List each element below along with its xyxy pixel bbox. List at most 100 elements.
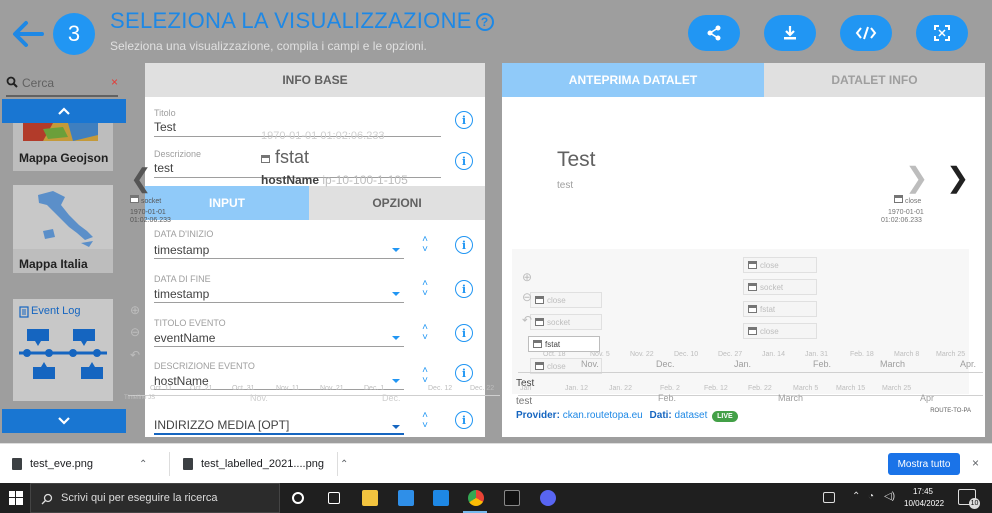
title-field[interactable]: Test (154, 120, 176, 134)
zoom-in-icon[interactable]: ⊕ (522, 270, 532, 284)
file-explorer-icon[interactable] (362, 490, 378, 506)
cortana-icon[interactable] (292, 492, 304, 504)
timeline-event-box-label: close (547, 295, 566, 305)
sidebar-item-event-log[interactable]: Event Log (13, 299, 113, 401)
calendar-icon (748, 305, 757, 313)
tab-options[interactable]: OPZIONI (309, 186, 485, 220)
axis-tick-label: Nov. 5 (590, 351, 610, 358)
timeline-event-box[interactable]: close (743, 323, 817, 339)
provider-line: Provider: ckan.routetopa.eu Dati: datase… (516, 410, 738, 422)
info-icon[interactable]: i (455, 280, 473, 298)
info-icon[interactable]: i (455, 152, 473, 170)
file-icon (12, 458, 22, 470)
tab-info-base[interactable]: INFO BASE (145, 63, 485, 97)
chevron-up-icon[interactable]: ⌃ (139, 459, 147, 470)
terminal-icon[interactable] (504, 490, 520, 506)
download-button[interactable] (764, 15, 816, 51)
tray-arrow-icon[interactable]: ⌃ (852, 491, 860, 502)
axis-tick-label: Jan. 12 (565, 385, 588, 392)
media-address-select[interactable]: INDIRIZZO MEDIA [OPT] (154, 418, 289, 432)
sidebar-item-mappa-italia[interactable]: Mappa Italia (13, 185, 113, 273)
download-item[interactable]: test_eve.png ⌃ (12, 444, 147, 484)
sidebar-scroll-down-button[interactable] (2, 409, 126, 433)
store-icon[interactable] (398, 490, 414, 506)
clock-time: 17:45 (912, 487, 934, 496)
axis-major-label: Dec. (656, 359, 675, 369)
dataset-link[interactable]: dataset (675, 410, 708, 421)
prev-slide-arrow-icon[interactable]: ❮ (130, 163, 152, 194)
end-date-select[interactable]: timestamp (154, 287, 209, 301)
tab-datalet-info[interactable]: DATALET INFO (764, 63, 985, 97)
help-icon[interactable]: ? (475, 13, 494, 31)
download-filename: test_eve.png (30, 458, 93, 470)
fullscreen-button[interactable] (916, 15, 968, 51)
show-all-button[interactable]: Mostra tutto (888, 453, 960, 475)
mail-icon[interactable] (433, 490, 449, 506)
timeline-event-box[interactable]: socket (743, 279, 817, 295)
next-slide-arrow-icon[interactable]: ❯ (905, 161, 928, 194)
reorder-arrows-icon[interactable]: ˄ ˅ (420, 411, 430, 433)
zoom-out-icon[interactable]: ⊖ (130, 325, 140, 339)
download-filename: test_labelled_2021....png (201, 458, 324, 470)
embed-code-button[interactable] (840, 15, 892, 51)
timeline-event-box[interactable]: fstat (743, 301, 817, 317)
discord-icon[interactable] (540, 490, 556, 506)
timeline-event-box[interactable]: socket (530, 314, 602, 330)
task-view-icon[interactable] (328, 492, 340, 504)
close-icon[interactable]: × (972, 456, 979, 470)
taskbar-search-input[interactable]: Scrivi qui per eseguire la ricerca (30, 483, 280, 513)
share-button[interactable] (688, 15, 740, 51)
description-field[interactable]: test (154, 161, 173, 175)
back-to-start-icon[interactable]: ↶ (130, 348, 140, 362)
timeline-event-box[interactable]: close (743, 257, 817, 273)
event-title-label: TITOLO EVENTO (154, 318, 226, 328)
timeline-left-date: 1970-01-01 (130, 209, 166, 216)
next-arrow-icon[interactable]: ❯ (946, 161, 969, 194)
taskbar-clock[interactable]: 17:45 10/04/2022 (904, 486, 944, 510)
search-input[interactable]: Cerca (22, 76, 54, 90)
preview-panel: ANTEPRIMA DATALET DATALET INFO Test test… (502, 63, 985, 437)
dropdown-caret-icon (392, 425, 400, 429)
search-clear-icon[interactable]: × (111, 75, 118, 89)
provider-link[interactable]: ckan.routetopa.eu (563, 410, 643, 421)
info-icon[interactable]: i (455, 411, 473, 429)
title-field-label: Titolo (154, 108, 176, 118)
sidebar-search[interactable]: Cerca × (6, 69, 118, 97)
sidebar-item-mappa-geojson[interactable]: Mappa Geojson (13, 123, 113, 171)
chrome-icon[interactable] (468, 490, 484, 506)
info-icon[interactable]: i (455, 111, 473, 129)
tab-preview[interactable]: ANTEPRIMA DATALET (502, 63, 764, 97)
timeline-right-event: close (894, 195, 921, 205)
notifications-icon[interactable]: 10 (958, 489, 980, 509)
start-date-select[interactable]: timestamp (154, 243, 209, 257)
timeline-event-box-selected[interactable]: fstat (528, 336, 600, 352)
preview-subtitle: test (557, 180, 574, 191)
sidebar-scroll-up-button[interactable] (2, 99, 126, 123)
timeline-event-box[interactable]: close (530, 292, 602, 308)
back-arrow-icon[interactable] (8, 14, 48, 54)
info-icon[interactable]: i (455, 324, 473, 342)
reorder-arrows-icon[interactable]: ˄ ˅ (420, 235, 430, 257)
windows-start-icon[interactable] (9, 491, 23, 505)
info-icon[interactable]: i (455, 364, 473, 382)
timeline-event-title-text: fstat (275, 147, 310, 167)
tab-input[interactable]: INPUT (145, 186, 309, 220)
keyboard-icon[interactable] (823, 492, 835, 503)
taskbar: Scrivi qui per eseguire la ricerca ⌃ ◔ ◁… (0, 483, 992, 513)
volume-icon[interactable]: ◁) (884, 491, 895, 502)
info-icon[interactable]: i (455, 236, 473, 254)
zoom-in-icon[interactable]: ⊕ (130, 303, 140, 317)
reorder-arrows-icon[interactable]: ˄ ˅ (420, 323, 430, 345)
timeline-host-value: ip-10-100-1-105 (322, 173, 408, 187)
chevron-up-icon[interactable]: ⌃ (340, 459, 348, 470)
zoom-out-icon[interactable]: ⊖ (522, 290, 532, 304)
download-item[interactable]: test_labelled_2021....png ⌃ (183, 444, 348, 484)
event-title-select[interactable]: eventName (154, 331, 215, 345)
network-icon[interactable]: ◔ (868, 491, 874, 502)
dropdown-caret-icon (392, 336, 400, 340)
downloads-bar: test_eve.png ⌃ test_labelled_2021....png… (0, 443, 992, 483)
calendar-icon (535, 318, 544, 326)
timeline-host-line: hostName ip-10-100-1-105 (261, 173, 408, 187)
back-to-start-icon[interactable]: ↶ (522, 313, 532, 327)
reorder-arrows-icon[interactable]: ˄ ˅ (420, 279, 430, 301)
